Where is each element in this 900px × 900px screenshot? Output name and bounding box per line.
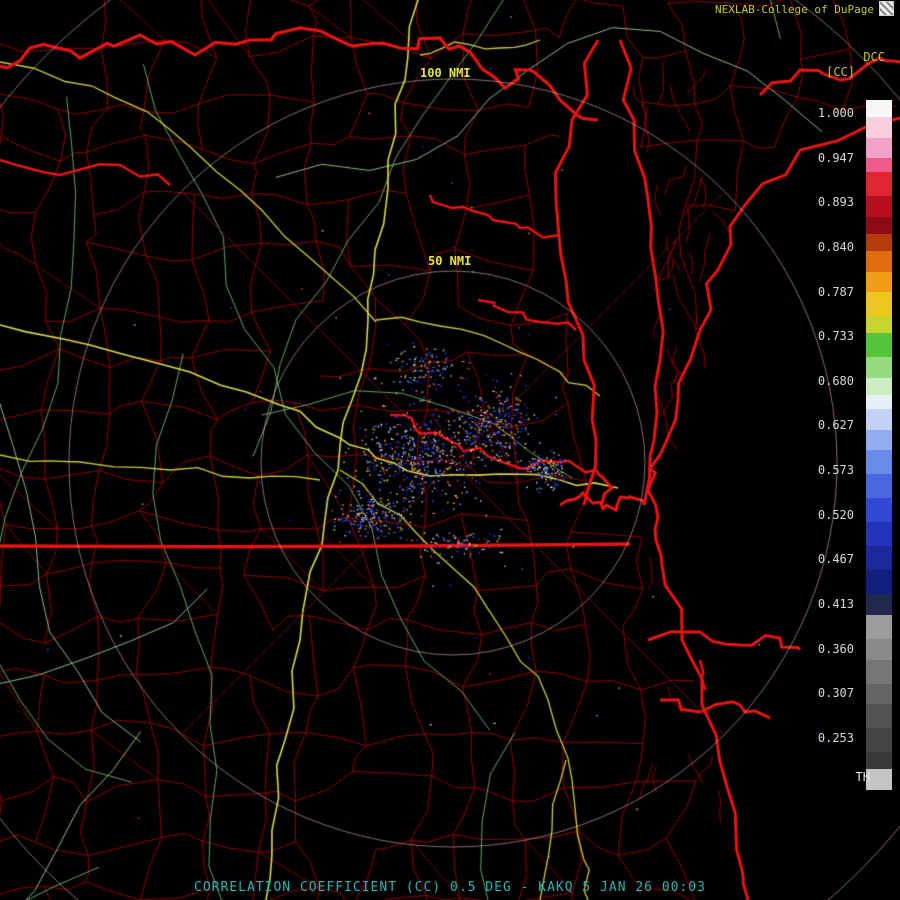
colorbar-segment xyxy=(866,728,892,753)
colorbar-segment xyxy=(866,408,892,430)
colorbar-units: [CC] xyxy=(826,65,855,79)
colorbar-tick-label: 0.680 xyxy=(817,373,854,388)
colorbar-segment xyxy=(866,378,892,396)
colorbar-segment xyxy=(866,594,892,615)
colorbar-tick-label: 0.947 xyxy=(817,150,854,165)
colorbar-tick-label: 0.413 xyxy=(817,597,854,612)
colorbar-tick-label: 0.307 xyxy=(817,686,854,701)
colorbar-segment xyxy=(866,137,892,159)
range-ring-label-100: 100 NMI xyxy=(420,66,471,80)
colorbar-segment xyxy=(866,614,892,639)
cod-logo-icon xyxy=(879,1,894,16)
range-ring-label-50: 50 NMI xyxy=(428,254,472,268)
colorbar-segment xyxy=(866,450,892,475)
product-caption: CORRELATION COEFFICIENT (CC) 0.5 DEG - K… xyxy=(194,880,706,895)
colorbar-segment xyxy=(866,251,892,272)
colorbar-tick-label: 0.467 xyxy=(817,552,854,567)
colorbar-tick-label: 1.000 xyxy=(817,106,854,120)
colorbar-segment xyxy=(866,271,892,293)
colorbar-segment xyxy=(866,292,892,317)
colorbar-segment xyxy=(866,638,892,660)
colorbar-segment xyxy=(866,172,892,197)
colorbar-segment xyxy=(866,659,892,684)
colorbar-tick-label: 0.573 xyxy=(817,463,854,478)
colorbar-tick-label: 0.520 xyxy=(817,507,854,522)
colorbar-tick-label: 0.627 xyxy=(817,418,854,433)
colorbar-segment xyxy=(866,233,892,252)
attribution-text: NEXLAB-College of DuPage xyxy=(715,3,874,16)
colorbar-tick-label: 0.893 xyxy=(817,195,854,210)
radar-viewer: NEXLAB-College of DuPage DCC [CC] 1.000 0… xyxy=(0,0,900,900)
colorbar-segment xyxy=(866,704,892,729)
colorbar-segment xyxy=(866,522,892,547)
colorbar xyxy=(866,100,892,791)
colorbar-segment xyxy=(866,546,892,571)
colorbar-segment xyxy=(866,316,892,334)
colorbar-title: DCC xyxy=(863,50,885,64)
colorbar-segment xyxy=(866,570,892,595)
colorbar-tick-label: 0.253 xyxy=(817,730,854,745)
colorbar-segment xyxy=(866,474,892,499)
colorbar-segment xyxy=(866,498,892,523)
colorbar-segment xyxy=(866,216,892,234)
colorbar-segment xyxy=(866,752,892,770)
colorbar-segment xyxy=(866,333,892,358)
colorbar-segment xyxy=(866,117,892,138)
colorbar-tick-label: 0.787 xyxy=(817,284,854,299)
radar-map-canvas xyxy=(0,0,900,900)
colorbar-segment xyxy=(866,196,892,217)
colorbar-segment xyxy=(866,395,892,409)
colorbar-tick-label: 0.360 xyxy=(817,641,854,656)
colorbar-segment xyxy=(866,158,892,173)
colorbar-tick-label: 0.840 xyxy=(817,239,854,254)
colorbar-segment xyxy=(866,100,892,118)
colorbar-tick-label: 0.733 xyxy=(817,329,854,344)
colorbar-segment xyxy=(866,357,892,379)
colorbar-segment xyxy=(866,429,892,451)
colorbar-threshold-label: TH xyxy=(855,770,870,784)
colorbar-segment xyxy=(866,683,892,705)
